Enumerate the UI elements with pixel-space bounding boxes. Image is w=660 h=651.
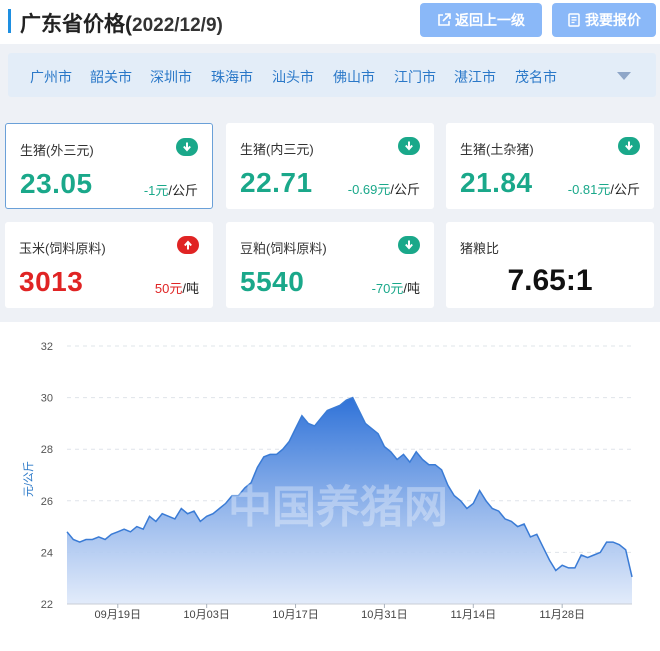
card-value: 23.05 xyxy=(20,168,93,199)
x-tick-label: 09月19日 xyxy=(95,609,141,621)
down-arrow-icon xyxy=(176,138,198,156)
card-change-amount: -0.81元 xyxy=(567,182,611,197)
price-card-pig-waisanyuan[interactable]: 生猪(外三元) 23.05 -1元/公斤 xyxy=(5,123,213,209)
card-change-unit: /公斤 xyxy=(390,182,420,197)
card-change: -0.81元/公斤 xyxy=(568,179,640,198)
card-change-amount: 50元 xyxy=(154,281,183,296)
x-tick-label: 10月17日 xyxy=(272,609,318,621)
price-trend-chart-svg: 中国养猪网 22 24 26 28 30 32 09月19日 10月03日 10月17日 10月3… xyxy=(22,341,633,621)
report-button-label: 我要报价 xyxy=(585,12,641,28)
back-button-label: 返回上一级 xyxy=(455,12,525,28)
share-out-icon xyxy=(438,13,451,26)
card-value: 21.84 xyxy=(460,167,533,198)
city-tab-zhanjiang[interactable]: 湛江市 xyxy=(454,67,496,87)
up-arrow-icon xyxy=(177,236,199,254)
chart-watermark: 中国养猪网 xyxy=(228,483,448,532)
page-title-text: 广东省价格( xyxy=(20,13,132,36)
city-tab-jiangmen[interactable]: 江门市 xyxy=(394,67,436,87)
card-label: 豆粕(饲料原料) xyxy=(240,241,327,256)
page-title-date: 2022/12/9) xyxy=(132,15,223,36)
header-bar: 广东省价格(2022/12/9) 返回上一级 我要报价 xyxy=(0,0,660,44)
price-card-pig-tuzazhu[interactable]: 生猪(土杂猪) 21.84 -0.81元/公斤 xyxy=(446,123,654,209)
card-change: -1元/公斤 xyxy=(144,180,198,199)
ratio-value: 7.65:1 xyxy=(507,264,593,297)
y-tick-label: 28 xyxy=(41,444,53,456)
city-tab-maoming[interactable]: 茂名市 xyxy=(515,67,557,87)
card-label: 生猪(土杂猪) xyxy=(460,142,534,157)
title-accent-bar xyxy=(8,9,11,33)
x-tick-label: 10月03日 xyxy=(183,609,229,621)
city-tab-zhuhai[interactable]: 珠海市 xyxy=(211,67,253,87)
price-card-soybean-meal[interactable]: 豆粕(饲料原料) 5540 -70元/吨 xyxy=(226,222,434,308)
card-change-unit: /吨 xyxy=(182,281,199,296)
city-tab-shenzhen[interactable]: 深圳市 xyxy=(150,67,192,87)
pig-grain-ratio-card: 猪粮比 7.65:1 xyxy=(446,222,654,308)
y-tick-label: 32 xyxy=(41,341,53,353)
card-change-amount: -1元 xyxy=(143,183,169,198)
report-price-button[interactable]: 我要报价 xyxy=(552,3,656,37)
card-change-unit: /吨 xyxy=(403,281,420,296)
city-tab-guangzhou[interactable]: 广州市 xyxy=(30,67,72,87)
y-tick-label: 26 xyxy=(41,496,53,508)
card-change: -70元/吨 xyxy=(372,278,420,297)
city-tab-foshan[interactable]: 佛山市 xyxy=(333,67,375,87)
price-card-pig-neisanyuan[interactable]: 生猪(内三元) 22.71 -0.69元/公斤 xyxy=(226,123,434,209)
y-axis-label: 元/公斤 xyxy=(22,461,35,497)
y-tick-label: 24 xyxy=(41,547,53,559)
card-label: 生猪(外三元) xyxy=(20,143,94,158)
card-value: 3013 xyxy=(19,266,84,297)
y-tick-label: 30 xyxy=(41,393,53,405)
card-label: 生猪(内三元) xyxy=(240,142,314,157)
card-change-amount: -70元 xyxy=(371,281,404,296)
expand-cities-chevron-down-icon[interactable] xyxy=(617,72,631,80)
down-arrow-icon xyxy=(398,236,420,254)
x-tick-label: 11月14日 xyxy=(450,609,496,621)
price-card-corn[interactable]: 玉米(饲料原料) 3013 50元/吨 xyxy=(5,222,213,308)
card-change-amount: -0.69元 xyxy=(347,182,391,197)
card-label: 玉米(饲料原料) xyxy=(19,241,106,256)
back-button[interactable]: 返回上一级 xyxy=(420,3,542,37)
page-title: 广东省价格(2022/12/9) xyxy=(20,8,223,38)
down-arrow-icon xyxy=(398,137,420,155)
down-arrow-icon xyxy=(618,137,640,155)
card-change-unit: /公斤 xyxy=(168,183,198,198)
card-change: -0.69元/公斤 xyxy=(348,179,420,198)
document-icon xyxy=(568,13,580,27)
x-tick-label: 11月28日 xyxy=(539,609,585,621)
city-tab-shaoguan[interactable]: 韶关市 xyxy=(90,67,132,87)
card-value: 22.71 xyxy=(240,167,313,198)
price-trend-chart: 中国养猪网 22 24 26 28 30 32 09月19日 10月03日 10月17日 10月3… xyxy=(0,322,660,651)
card-change-unit: /公斤 xyxy=(610,182,640,197)
card-change: 50元/吨 xyxy=(155,278,199,297)
y-tick-label: 22 xyxy=(41,599,53,611)
ratio-label: 猪粮比 xyxy=(460,241,500,256)
city-tab-shantou[interactable]: 汕头市 xyxy=(272,67,314,87)
x-tick-label: 10月31日 xyxy=(361,609,407,621)
card-value: 5540 xyxy=(240,266,305,297)
